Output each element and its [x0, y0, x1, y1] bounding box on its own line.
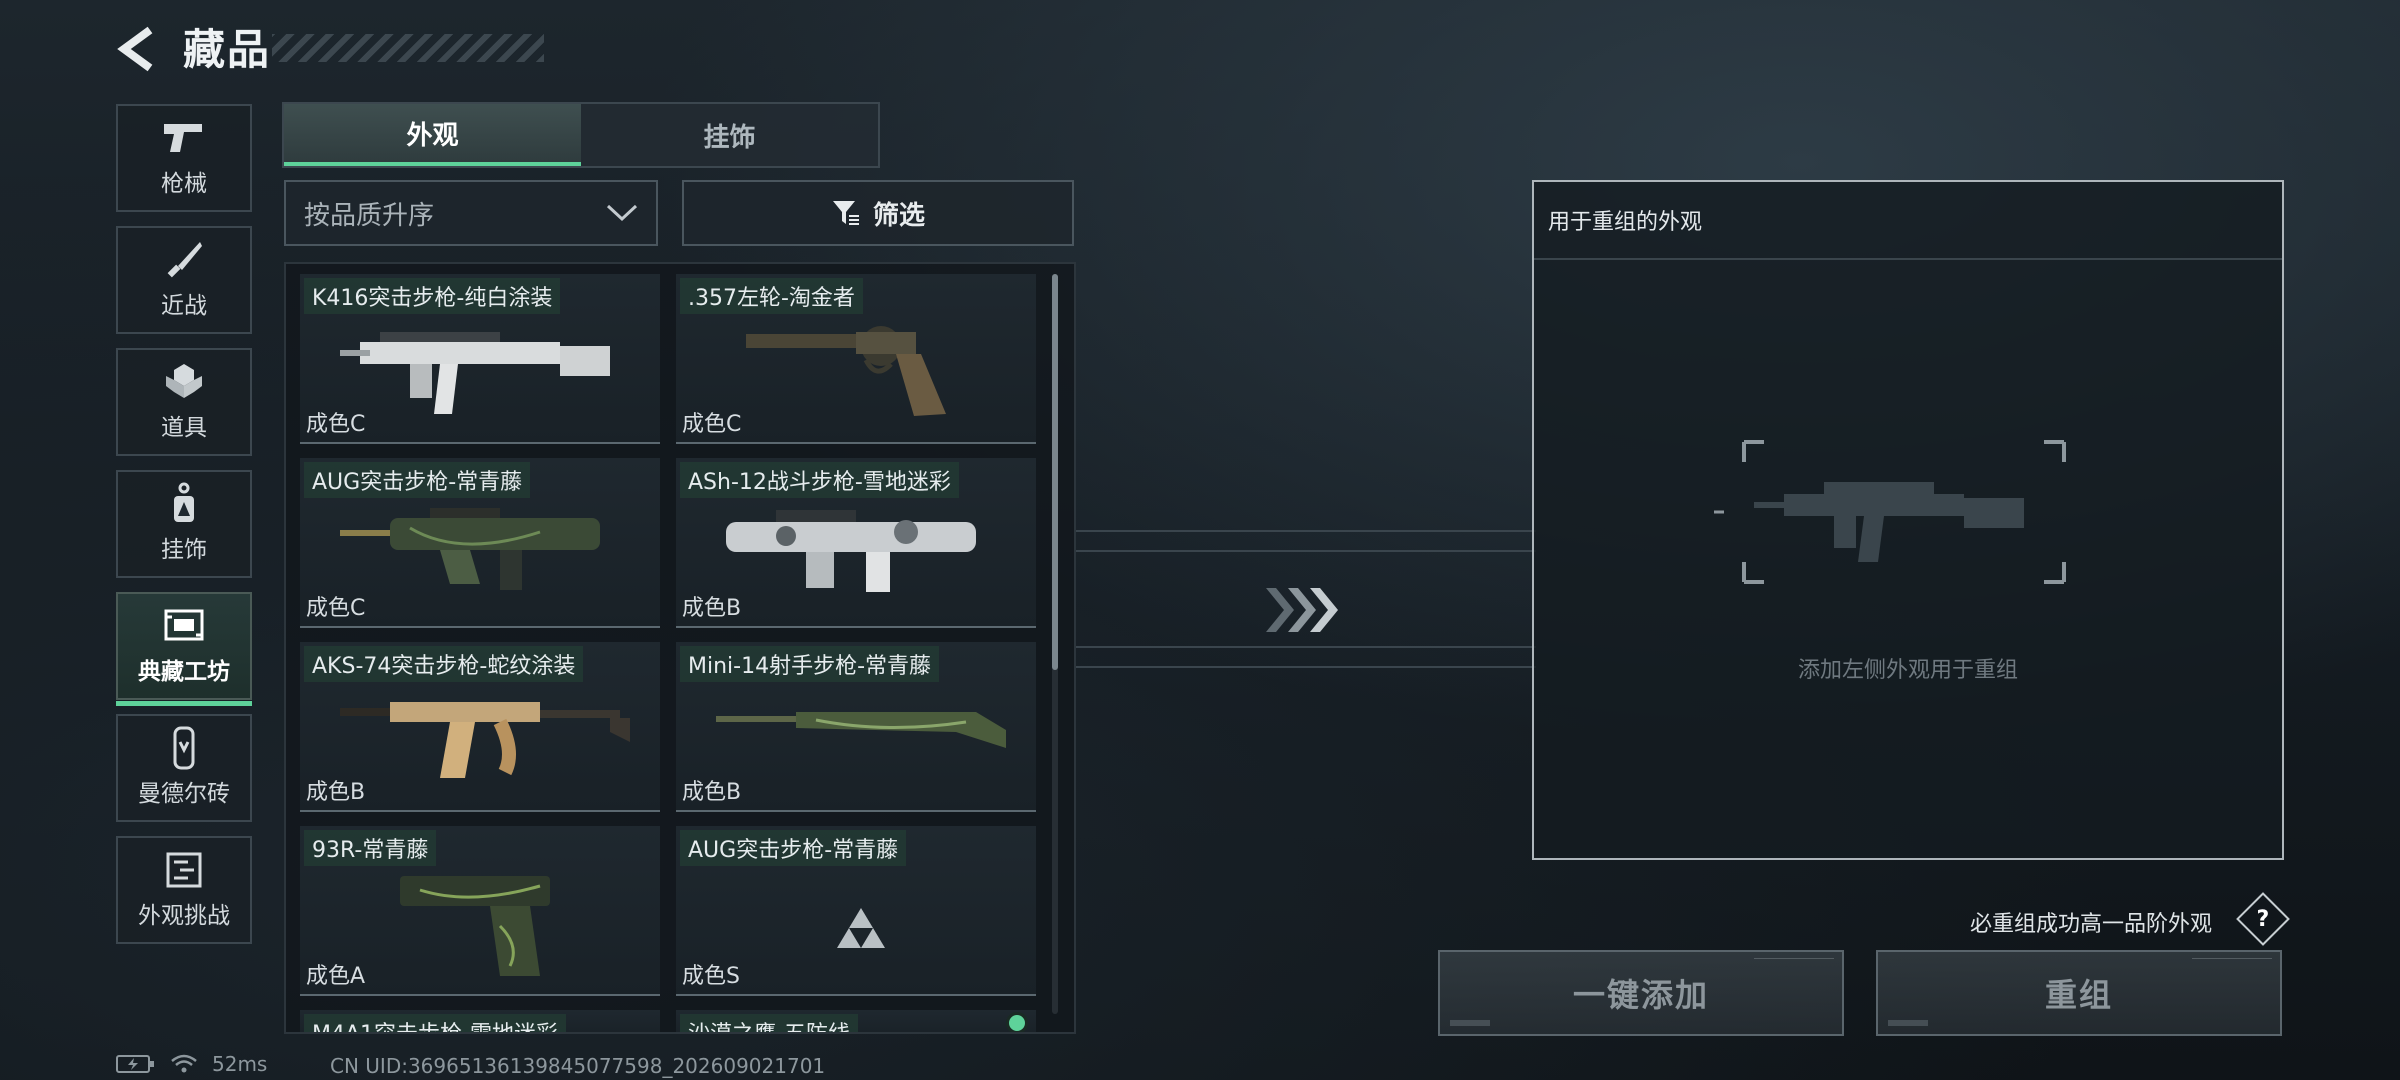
- item-card[interactable]: 沙漠之鹰-五防线: [676, 1010, 1036, 1032]
- item-name: ASh-12战斗步枪-雪地迷彩: [680, 462, 959, 498]
- sidebar-item-label: 外观挑战: [138, 903, 230, 929]
- tab-charms[interactable]: 挂饰: [581, 104, 878, 166]
- decoration: [1450, 1020, 1490, 1026]
- connector-line: [1076, 550, 1536, 552]
- connector-line: [1076, 530, 1536, 532]
- item-name: AKS-74突击步枪-蛇纹涂装: [304, 646, 584, 682]
- quick-add-label: 一键添加: [1572, 976, 1709, 1014]
- item-grade: 成色B: [682, 596, 742, 621]
- item-grade: 成色A: [306, 964, 366, 989]
- user-uid: CN UID:3696513613984507759­8_20260902170…: [330, 1054, 826, 1078]
- decoration: [1754, 958, 1834, 972]
- item-name: .357左轮-淘金者: [680, 278, 863, 314]
- back-arrow-icon: [117, 26, 153, 72]
- sidebar-item-mandel-brick[interactable]: 曼德尔砖: [116, 714, 252, 822]
- sidebar-item-label: 近战: [161, 293, 207, 319]
- sidebar-item-label: 典藏工坊: [138, 659, 230, 685]
- item-grid-panel: K416突击步枪-纯白涂装 成色C .357左轮-淘金者 成色C AUG突击步枪…: [284, 262, 1076, 1034]
- tab-bar: 外观 挂饰: [282, 102, 880, 168]
- item-name: AUG突击步枪-常青藤: [304, 462, 531, 498]
- reorganize-hint: 必重组成功高一品阶外观: [1970, 912, 2213, 937]
- item-name: K416突击步枪-纯白涂装: [304, 278, 561, 314]
- item-grade: 成色C: [306, 596, 366, 621]
- item-name: 93R-常青藤: [304, 830, 437, 866]
- reorganize-panel-title: 用于重组的外观: [1548, 210, 1703, 235]
- item-card[interactable]: Mini-14射手步枪-常青藤 成色B: [676, 642, 1036, 812]
- reorganize-label: 重组: [2044, 976, 2113, 1014]
- sidebar-item-label: 枪械: [161, 171, 207, 197]
- tab-appearance[interactable]: 外观: [284, 104, 581, 166]
- sidebar-item-props[interactable]: 道具: [116, 348, 252, 456]
- item-card[interactable]: M4A1突击步枪-雪地迷彩: [300, 1010, 660, 1032]
- charm-icon: [162, 482, 206, 524]
- page-title: 藏品: [183, 25, 272, 74]
- item-name: Mini-14射手步枪-常青藤: [680, 646, 940, 682]
- item-name: M4A1突击步枪-雪地迷彩: [304, 1014, 566, 1032]
- decoration: [2192, 958, 2272, 972]
- triple-chevron-icon: [1266, 588, 1338, 632]
- sidebar-item-challenge[interactable]: 外观挑战: [116, 836, 252, 944]
- item-grade: 成色B: [682, 780, 742, 805]
- status-bar: 52ms: [116, 1052, 267, 1076]
- filter-icon: [832, 201, 859, 225]
- item-card[interactable]: K416突击步枪-纯白涂装 成色C: [300, 274, 660, 444]
- help-icon[interactable]: ?: [2236, 892, 2290, 946]
- aks74-rifle-image: [340, 702, 630, 778]
- ping-value: 52ms: [212, 1052, 268, 1076]
- sidebar-item-label: 曼德尔砖: [138, 781, 230, 807]
- item-name: AUG突击步枪-常青藤: [680, 830, 907, 866]
- scrollbar-thumb[interactable]: [1052, 274, 1058, 670]
- chevron-down-icon: [606, 204, 638, 222]
- sort-dropdown[interactable]: 按品质升序: [284, 180, 658, 246]
- item-grade: 成色S: [682, 964, 740, 989]
- item-grade: 成色C: [682, 412, 742, 437]
- filter-label: 筛选: [872, 200, 925, 231]
- 93r-pistol-image: [400, 876, 550, 976]
- item-grid: K416突击步枪-纯白涂装 成色C .357左轮-淘金者 成色C AUG突击步枪…: [300, 274, 1040, 1032]
- item-card[interactable]: AUG突击步枪-常青藤 成色S: [676, 826, 1036, 996]
- item-card[interactable]: ASh-12战斗步枪-雪地迷彩 成色B: [676, 458, 1036, 628]
- loading-placeholder-icon: [837, 908, 885, 948]
- mandel-brick-icon: [162, 726, 206, 770]
- item-card[interactable]: AUG突击步枪-常青藤 成色C: [300, 458, 660, 628]
- selected-badge-icon: [1006, 1012, 1028, 1032]
- back-button[interactable]: [112, 24, 162, 74]
- sidebar-item-melee[interactable]: 近战: [116, 226, 252, 334]
- reorganize-placeholder-text: 添加左侧外观用于重组: [1797, 658, 2018, 683]
- item-card[interactable]: 93R-常青藤 成色A: [300, 826, 660, 996]
- connector-line: [1076, 646, 1536, 648]
- sort-label: 按品质升序: [304, 200, 435, 231]
- grenade-icon: [162, 362, 206, 402]
- sidebar-item-label: 道具: [161, 415, 207, 441]
- rifle-white-image: [340, 332, 610, 414]
- battery-charging-icon: [116, 1055, 154, 1073]
- item-card[interactable]: .357左轮-淘金者 成色C: [676, 274, 1036, 444]
- workshop-icon: [162, 606, 206, 646]
- aug-rifle-image: [340, 508, 600, 590]
- item-name: 沙漠之鹰-五防线: [680, 1014, 858, 1032]
- ash12-rifle-image: [726, 510, 976, 592]
- connector-line: [1076, 666, 1536, 668]
- challenge-icon: [162, 850, 206, 890]
- sidebar-item-guns[interactable]: 枪械: [116, 104, 252, 212]
- divider: [1534, 258, 2282, 260]
- reorganize-button[interactable]: 重组: [1876, 950, 2282, 1036]
- filter-button[interactable]: 筛选: [682, 180, 1074, 246]
- item-grade: 成色B: [306, 780, 366, 805]
- sidebar-item-charms[interactable]: 挂饰: [116, 470, 252, 578]
- item-grade: 成色C: [306, 412, 366, 437]
- revolver-image: [746, 326, 946, 416]
- wifi-icon: [171, 1054, 197, 1073]
- pistol-icon: [162, 118, 206, 158]
- mini14-rifle-image: [716, 712, 1006, 748]
- quick-add-button[interactable]: 一键添加: [1438, 950, 1844, 1036]
- weapon-silhouette-icon: [1714, 440, 2066, 584]
- decoration: [1888, 1020, 1928, 1026]
- knife-icon: [162, 240, 206, 280]
- item-card[interactable]: AKS-74突击步枪-蛇纹涂装 成色B: [300, 642, 660, 812]
- sidebar-item-workshop[interactable]: 典藏工坊: [116, 592, 252, 706]
- sidebar-item-label: 挂饰: [161, 537, 207, 563]
- title-decoration: [272, 34, 544, 62]
- reorganize-panel: 用于重组的外观 添加左侧外观用于重组: [1532, 180, 2284, 860]
